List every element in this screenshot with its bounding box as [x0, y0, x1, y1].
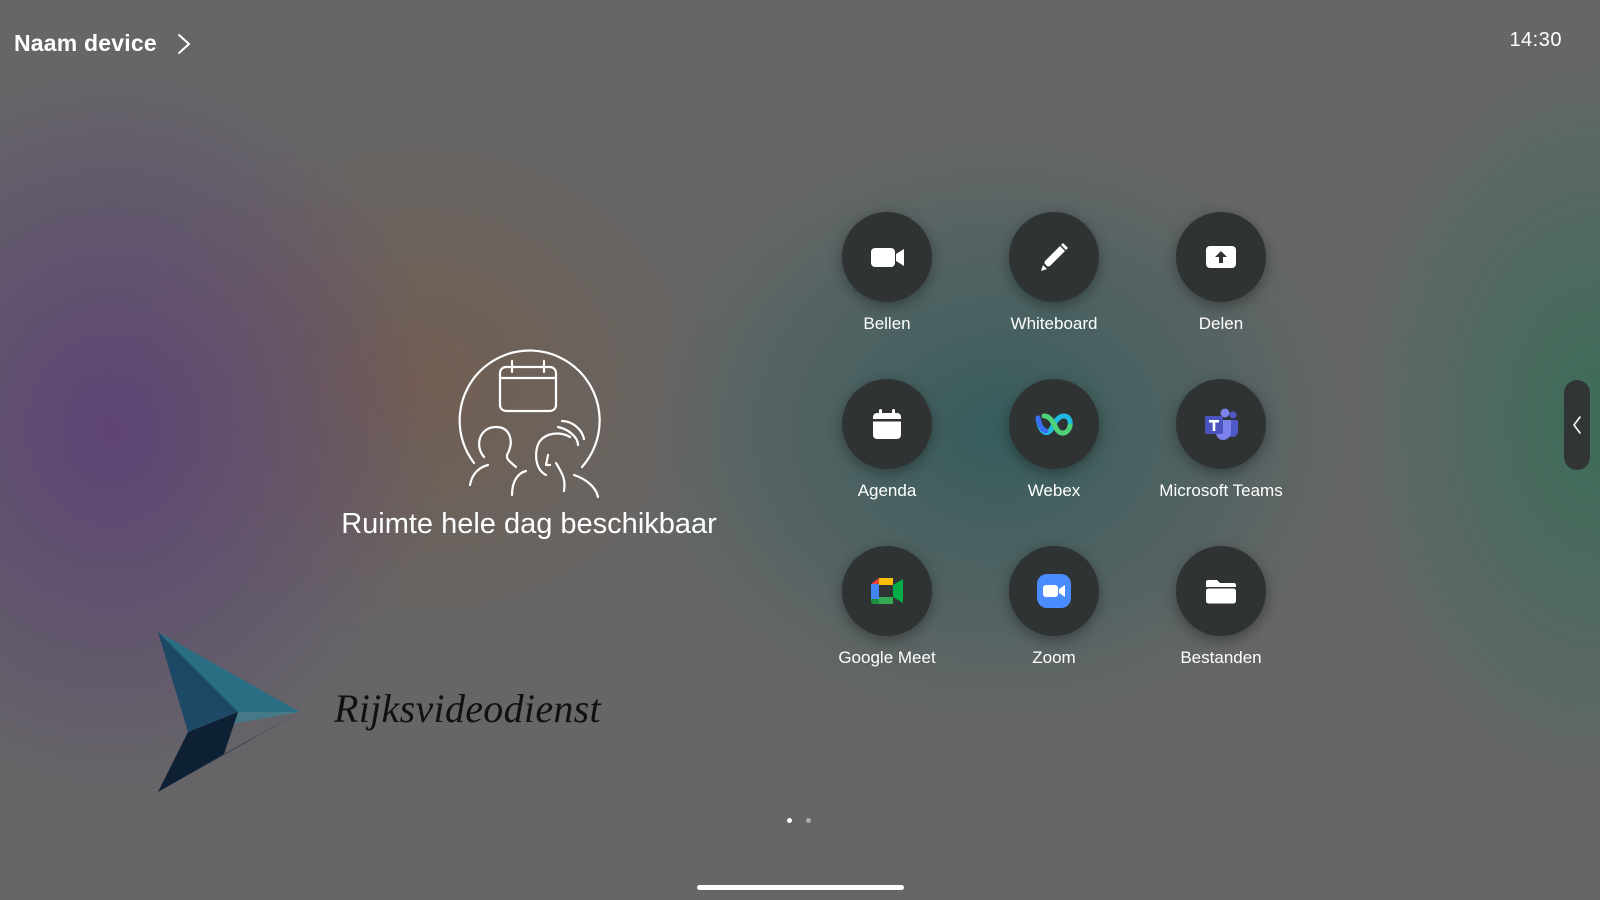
app-label: Delen [1198, 314, 1244, 333]
pencil-icon [1041, 243, 1068, 271]
app-label: Whiteboard [1010, 314, 1098, 333]
app-button-zoom[interactable] [1009, 546, 1099, 636]
logo-wordmark: Rijksvideodienst [334, 685, 601, 731]
side-panel-handle[interactable] [1564, 380, 1590, 470]
app-button-google-meet[interactable] [842, 546, 932, 636]
app-label: Agenda [857, 481, 917, 500]
app-tile-google-meet[interactable]: Google Meet [838, 546, 936, 713]
app-button-delen[interactable] [1176, 212, 1266, 302]
chevron-right-icon [177, 33, 190, 54]
app-tile-agenda[interactable]: Agenda [842, 379, 932, 546]
page-indicator [787, 818, 811, 823]
share-screen-icon [1206, 246, 1236, 268]
video-camera-icon [871, 248, 904, 267]
chevron-left-icon [1573, 416, 1581, 434]
app-tile-microsoft-teams[interactable]: Microsoft Teams [1159, 379, 1283, 546]
home-indicator[interactable] [697, 885, 904, 890]
app-tile-bestanden[interactable]: Bestanden [1176, 546, 1266, 713]
app-tile-zoom[interactable]: Zoom [1009, 546, 1099, 713]
calendar-icon [873, 409, 901, 439]
app-label: Webex [1027, 481, 1081, 500]
page-dot[interactable] [806, 818, 811, 823]
app-button-microsoft-teams[interactable] [1176, 379, 1266, 469]
status-text: Ruimte hele dag beschikbaar [341, 508, 717, 540]
google-meet-icon [871, 578, 903, 604]
app-tile-webex[interactable]: Webex [1009, 379, 1099, 546]
app-button-whiteboard[interactable] [1009, 212, 1099, 302]
app-tile-whiteboard[interactable]: Whiteboard [1009, 212, 1099, 379]
app-tile-bellen[interactable]: Bellen [842, 212, 932, 379]
app-label: Bellen [863, 314, 911, 333]
app-label: Bestanden [1180, 648, 1262, 667]
app-label: Zoom [1032, 648, 1076, 667]
webex-icon [1035, 413, 1073, 436]
microsoft-teams-icon [1205, 408, 1238, 440]
play-triangle-logo-icon [158, 632, 300, 792]
device-name-button[interactable]: Naam device [14, 30, 193, 57]
app-button-webex[interactable] [1009, 379, 1099, 469]
app-grid: Bellen Whiteboard Delen Agenda Webex Mic… [838, 212, 1283, 713]
app-tile-delen[interactable]: Delen [1176, 212, 1266, 379]
app-label: Microsoft Teams [1159, 481, 1283, 500]
app-label: Google Meet [838, 648, 936, 667]
calendar-people-icon [458, 349, 601, 499]
app-button-bellen[interactable] [842, 212, 932, 302]
device-name: Naam device [14, 30, 157, 56]
zoom-icon [1037, 574, 1071, 608]
clock: 14:30 [1509, 29, 1562, 51]
rijksvideodienst-logo: Rijksvideodienst [158, 632, 601, 792]
page-dot-active[interactable] [787, 818, 792, 823]
app-button-agenda[interactable] [842, 379, 932, 469]
folder-icon [1206, 580, 1236, 604]
app-button-bestanden[interactable] [1176, 546, 1266, 636]
room-status: Ruimte hele dag beschikbaar [318, 345, 740, 541]
